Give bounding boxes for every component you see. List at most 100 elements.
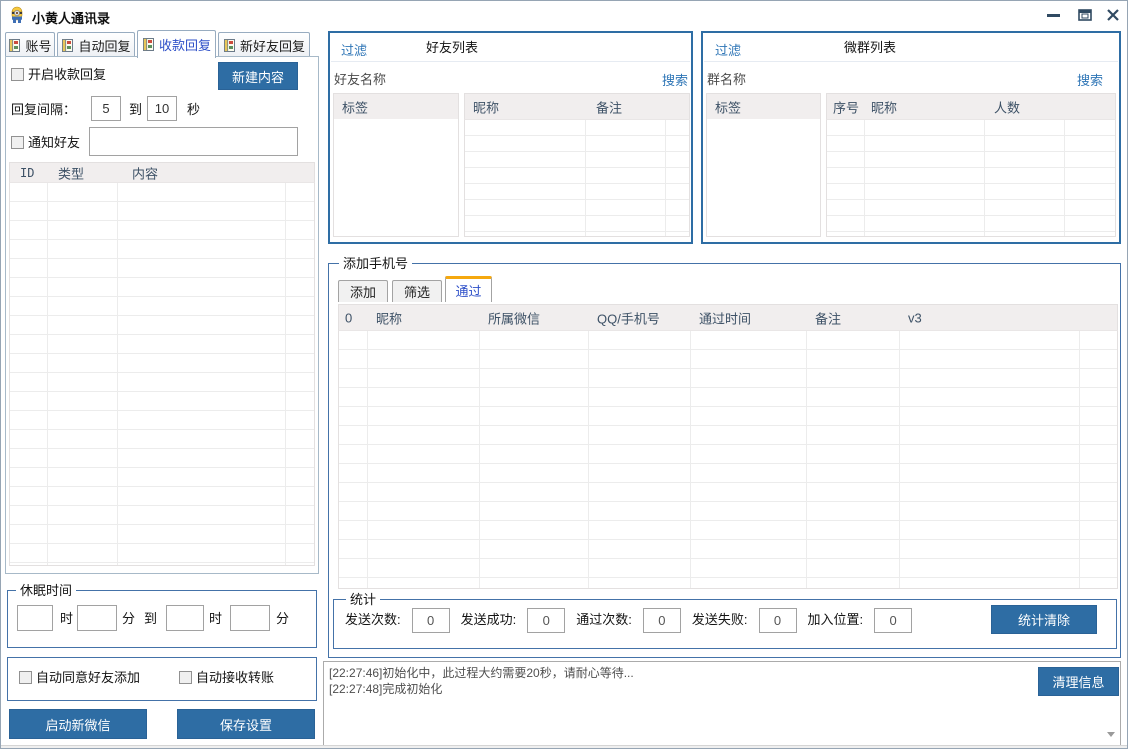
stat-success-value[interactable] [527,608,565,633]
stat-passed-label: 通过次数: [576,612,632,628]
reply-col-type: 类型 [58,163,84,182]
subtab-filter[interactable]: 筛选 [392,280,442,302]
group-tag-col: 标签 [715,97,741,116]
friend-tag-table-body [333,119,459,237]
interval-unit-label: 秒 [187,102,200,118]
new-content-button[interactable]: 新建内容 [218,62,298,90]
sleep-minute-label-1: 分 [122,611,135,627]
passed-table-body [338,330,1118,589]
tab-account-label: 账号 [25,36,51,55]
scroll-down-icon[interactable] [1107,732,1115,737]
reply-table-header: ID 类型 内容 [9,162,315,182]
auto-receive-transfer-checkbox[interactable] [179,671,192,684]
group-table-body [826,119,1116,237]
subtab-add-label: 添加 [350,282,376,301]
sleep-hour-label-1: 时 [60,611,73,627]
stats-fields-row: 发送次数: 发送成功: 通过次数: 发送失败: 加入位置: [345,605,912,635]
minimize-button[interactable] [1040,4,1066,26]
add-phone-title: 添加手机号 [339,255,412,272]
save-settings-button[interactable]: 保存设置 [177,709,315,739]
friend-search-link[interactable]: 搜索 [662,70,688,89]
notify-friend-checkbox[interactable] [11,136,24,149]
interval-to-word: 到 [129,102,142,118]
friend-name-input[interactable] [332,67,612,89]
sleep-hour-label-2: 时 [209,611,222,627]
tab-payment-reply-label: 收款回复 [159,35,211,54]
sleep-time-title: 休眠时间 [16,582,76,599]
interval-to-input[interactable] [147,96,177,121]
clear-stats-label: 统计清除 [1018,610,1070,629]
sleep-start-minute-input[interactable] [77,605,117,631]
friend-list-title: 好友列表 [426,40,478,56]
log-area: [22:27:46]初始化中，此过程大约需要20秒，请耐心等待... [22:2… [323,661,1121,746]
group-col-index: 序号 [833,97,859,116]
subtab-passed[interactable]: 通过 [445,276,492,302]
friend-col-remark: 备注 [596,97,622,116]
stat-position-label: 加入位置: [808,612,864,628]
minimize-icon [1047,14,1060,17]
friend-panel-divider [331,61,690,62]
auto-accept-friend-label: 自动同意好友添加 [36,670,140,686]
new-content-button-label: 新建内容 [232,67,284,86]
notify-friend-label: 通知好友 [28,135,80,151]
group-table-header: 序号 昵称 人数 [826,93,1116,119]
friend-col-nickname: 昵称 [473,97,499,116]
stat-position-value[interactable] [874,608,912,633]
window-title: 小黄人通讯录 [32,8,110,27]
friend-table-header: 昵称 备注 [464,93,690,119]
friend-tag-col: 标签 [342,97,368,116]
clear-stats-button[interactable]: 统计清除 [991,605,1097,634]
group-col-count: 人数 [994,97,1020,116]
interval-from-input[interactable] [91,96,121,121]
clear-log-button[interactable]: 清理信息 [1038,667,1119,696]
close-button[interactable] [1100,4,1126,26]
passed-table-header: 0 昵称 所属微信 QQ/手机号 通过时间 备注 v3 [338,304,1118,330]
stat-sent-label: 发送次数: [345,612,401,628]
passed-col-owner-wechat: 所属微信 [488,308,540,327]
sleep-end-minute-input[interactable] [230,605,270,631]
notify-message-input[interactable] [89,127,298,156]
notebook-icon [142,38,155,51]
sleep-end-hour-input[interactable] [166,605,204,631]
notebook-icon [61,39,74,52]
group-filter-link[interactable]: 过滤 [715,40,741,59]
maximize-icon [1078,9,1092,21]
tab-new-friend-reply[interactable]: 新好友回复 [218,32,310,57]
window-bottom-edge [1,745,1127,748]
close-icon [1107,9,1119,21]
subtab-add[interactable]: 添加 [338,280,388,302]
reply-col-content: 内容 [132,163,158,182]
friend-tag-table-header: 标签 [333,93,459,119]
clear-log-label: 清理信息 [1052,672,1104,691]
tab-account[interactable]: 账号 [5,32,55,57]
sleep-minute-label-2: 分 [276,611,289,627]
passed-col-0: 0 [345,310,352,325]
stat-sent-value[interactable] [412,608,450,633]
group-name-input[interactable] [705,67,1005,89]
save-settings-label: 保存设置 [220,715,272,734]
auto-accept-friend-checkbox[interactable] [19,671,32,684]
group-search-link[interactable]: 搜索 [1077,70,1103,89]
sleep-start-hour-input[interactable] [17,605,53,631]
start-new-wechat-button[interactable]: 启动新微信 [9,709,147,739]
subtab-passed-label: 通过 [455,281,481,300]
maximize-button[interactable] [1072,4,1098,26]
tab-auto-reply[interactable]: 自动回复 [57,32,135,57]
notebook-icon [8,39,21,52]
stat-failed-value[interactable] [759,608,797,633]
subtab-filter-label: 筛选 [404,282,430,301]
tab-payment-reply[interactable]: 收款回复 [137,30,216,58]
friend-filter-link[interactable]: 过滤 [341,40,367,59]
stat-failed-label: 发送失败: [692,612,748,628]
enable-payment-reply-checkbox[interactable] [11,68,24,81]
group-panel-divider [704,61,1118,62]
notebook-icon [223,39,236,52]
stat-passed-value[interactable] [643,608,681,633]
tab-new-friend-reply-label: 新好友回复 [240,36,305,55]
minion-app-icon [8,6,26,24]
group-list-title: 微群列表 [844,40,896,56]
passed-col-qq-phone: QQ/手机号 [597,308,660,327]
log-line: [22:27:46]初始化中，此过程大约需要20秒，请耐心等待... [329,665,634,681]
group-col-nickname: 昵称 [871,97,897,116]
group-tag-table-body [706,119,821,237]
